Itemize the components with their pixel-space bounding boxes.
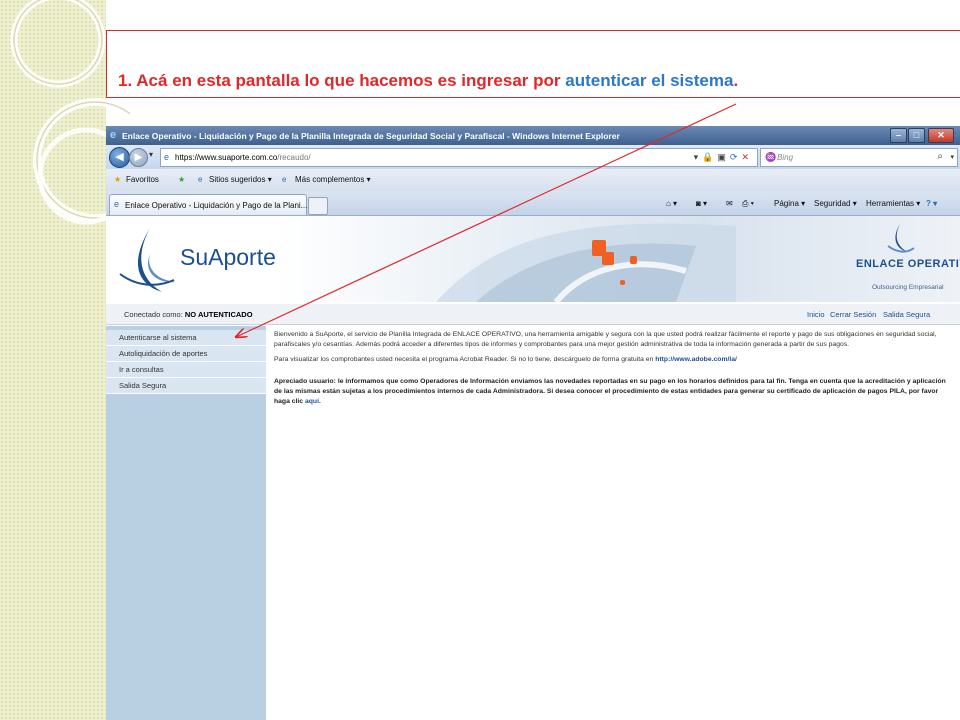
menu-item-consultas[interactable]: Ir a consultas (106, 362, 266, 378)
site-banner: SuAporte ENLACE OPERATIVO Outsourcing Em… (106, 216, 960, 302)
favorites-button[interactable]: Favoritos (126, 175, 159, 184)
search-icon[interactable]: ⌕ (937, 151, 943, 162)
tools-menu[interactable]: Herramientas ▾ (866, 199, 920, 208)
menu-item-autenticarse[interactable]: Autenticarse al sistema (106, 330, 266, 346)
tab-enlace-operativo[interactable]: e Enlace Operativo - Liquidación y Pago … (109, 194, 307, 215)
navigation-bar: ◀ ▶ ▾ e https://www.suaporte.com.co/reca… (106, 145, 960, 169)
search-box[interactable]: ♒ Bing ⌕ ▾ (760, 148, 958, 167)
aqui-link[interactable]: aquí. (305, 398, 321, 405)
menu-item-autoliquidacion[interactable]: Autoliquidación de aportes (106, 346, 266, 362)
link-salida-segura[interactable]: Salida Segura (883, 310, 930, 319)
home-icon[interactable]: ⌂ ▾ (666, 199, 677, 208)
connected-status: NO AUTENTICADO (184, 310, 253, 319)
addons-icon: e (282, 175, 287, 184)
web-page: SuAporte ENLACE OPERATIVO Outsourcing Em… (106, 216, 960, 720)
refresh-icon[interactable]: ⟳ (730, 152, 742, 162)
read-mail-icon[interactable]: ✉ (726, 199, 733, 208)
tab-page-icon: e (114, 199, 120, 209)
suggested-sites-icon: e (198, 175, 203, 184)
menu-item-salida-segura[interactable]: Salida Segura (106, 378, 266, 394)
bing-logo-icon: ♒ (765, 152, 777, 162)
help-icon[interactable]: ? ▾ (926, 199, 937, 208)
welcome-paragraph: Bienvenido a SuAporte, el servicio de Pl… (274, 331, 937, 349)
window-title: Enlace Operativo - Liquidación y Pago de… (122, 131, 620, 141)
history-dropdown-icon[interactable]: ▾ (149, 150, 153, 159)
maximize-button[interactable]: □ (908, 128, 925, 143)
close-button[interactable]: ✕ (928, 128, 954, 143)
acrobat-paragraph: Para visualizar los comprobantes usted n… (274, 355, 737, 363)
back-button[interactable]: ◀ (109, 147, 130, 168)
address-bar[interactable]: e https://www.suaporte.com.co/recaudo/ ▾… (160, 148, 758, 167)
session-status-bar: Conectado como: NO AUTENTICADO Inicio Ce… (106, 304, 960, 325)
link-inicio[interactable]: Inicio (807, 310, 825, 319)
lock-icon[interactable]: 🔒 (702, 152, 717, 162)
minimize-button[interactable]: – (890, 128, 907, 143)
search-placeholder: Bing (777, 153, 794, 162)
tab-title: Enlace Operativo - Liquidación y Pago de… (125, 201, 308, 210)
orange-square-decor (602, 252, 614, 265)
caption-highlight: autenticar el sistema (565, 71, 734, 90)
welcome-content: Bienvenido a SuAporte, el servicio de Pl… (274, 330, 954, 412)
suaporte-logo-icon (119, 228, 176, 292)
search-dropdown-icon[interactable]: ▾ (950, 153, 954, 161)
orange-square-decor (630, 256, 637, 264)
slide-caption: 1. Acá en esta pantalla lo que hacemos e… (118, 71, 739, 90)
feeds-icon[interactable]: ◙ ▾ (696, 199, 707, 208)
forward-button[interactable]: ▶ (129, 148, 148, 167)
suaporte-logo-text: SuAporte (180, 244, 276, 270)
add-favorite-icon[interactable]: ★ (178, 175, 185, 184)
ie-logo-icon: e (110, 129, 117, 141)
stop-icon[interactable]: ✕ (741, 152, 753, 162)
window-titlebar: e Enlace Operativo - Liquidación y Pago … (106, 126, 960, 145)
print-icon[interactable]: ⎙ ▾ (742, 199, 754, 209)
new-tab-button[interactable] (308, 197, 328, 215)
compat-view-icon[interactable]: ▣ (717, 152, 730, 162)
notice-paragraph: Apreciado usuario: le informamos que com… (274, 377, 946, 406)
connected-as: Conectado como: NO AUTENTICADO (124, 310, 253, 319)
page-menu[interactable]: Página ▾ (774, 199, 805, 208)
orange-square-decor (620, 280, 625, 285)
banner-swoosh-graphic (436, 223, 736, 302)
adobe-link[interactable]: http://www.adobe.com/la/ (655, 356, 737, 363)
browser-window: e Enlace Operativo - Liquidación y Pago … (106, 126, 960, 720)
link-cerrar-sesion[interactable]: Cerrar Sesión (830, 310, 876, 319)
favorites-star-icon: ★ (114, 175, 122, 184)
dropdown-icon[interactable]: ▾ (694, 152, 703, 162)
enlace-operativo-brand: ENLACE OPERATIVO (856, 258, 960, 270)
enlace-logo-icon (887, 224, 915, 253)
page-icon: e (164, 152, 170, 162)
tab-bar: e Enlace Operativo - Liquidación y Pago … (106, 191, 960, 216)
sidebar-menu: Autenticarse al sistema Autoliquidación … (106, 326, 266, 720)
brand-tagline: Outsourcing Empresarial (872, 284, 944, 291)
favorites-bar: ★ Favoritos ★ e Sitios sugeridos ▾ e Más… (106, 169, 960, 191)
more-addons-link[interactable]: Más complementos ▾ (295, 175, 371, 184)
suggested-sites-link[interactable]: Sitios sugeridos ▾ (209, 175, 272, 184)
address-tools: ▾🔒▣⟳✕ (694, 152, 753, 163)
address-url: https://www.suaporte.com.co/recaudo/ (175, 153, 311, 162)
security-menu[interactable]: Seguridad ▾ (814, 199, 857, 208)
